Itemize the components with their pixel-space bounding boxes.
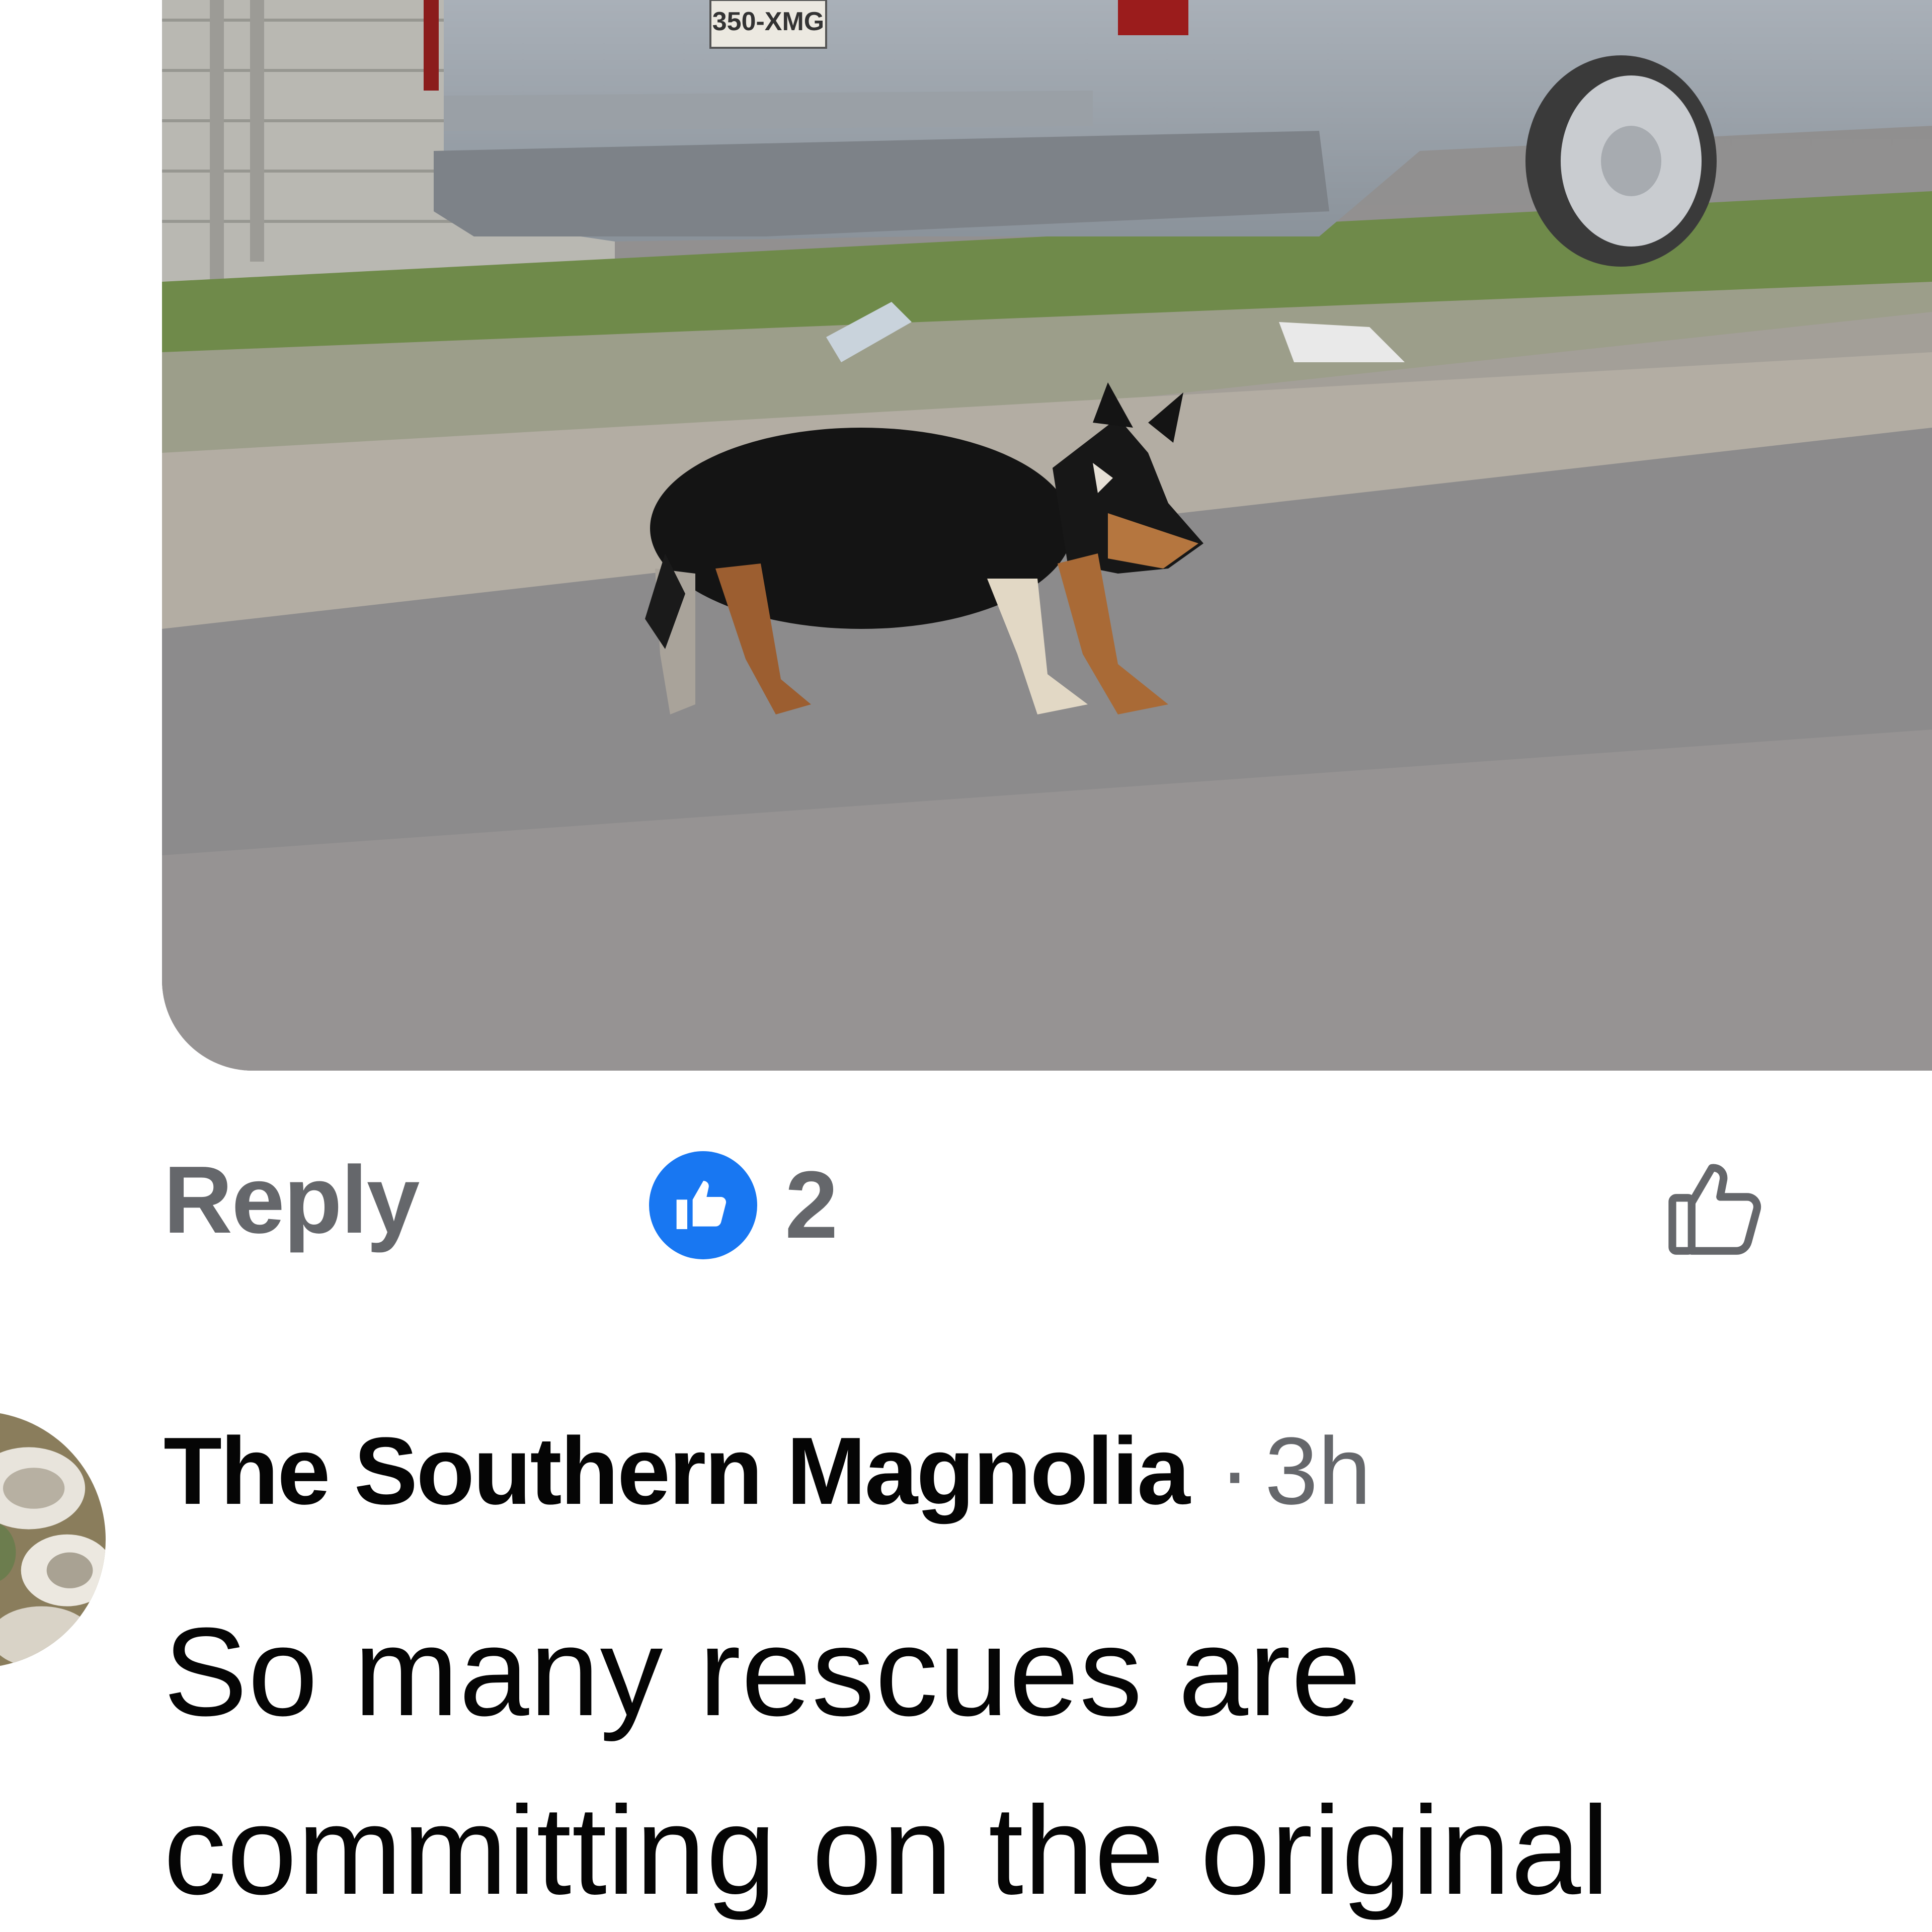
reply-button[interactable]: Reply	[164, 1152, 420, 1248]
reaction-count: 2	[785, 1152, 838, 1258]
thumbs-up-icon	[676, 1181, 726, 1229]
comment-attached-photo[interactable]: 350-XMG	[162, 0, 1932, 1071]
comment-author-name[interactable]: The Southern Magnolia	[164, 1416, 1190, 1526]
reaction-summary[interactable]: 2	[649, 1150, 838, 1260]
avatar[interactable]	[0, 1411, 106, 1668]
header-separator: ·	[1219, 1418, 1251, 1524]
like-reaction-icon	[649, 1151, 757, 1259]
comment-text-line: So many rescues are	[164, 1601, 1362, 1742]
avatar-image	[0, 1411, 106, 1668]
license-plate-text: 350-XMG	[712, 7, 825, 36]
comment-text-line: committing on the original	[164, 1780, 1610, 1920]
comment-text: So many rescues are committing on the or…	[164, 1582, 1899, 1932]
comment-thread: 350-XMG Reply 2 The Southern Magnolia · …	[0, 0, 1932, 1932]
comment-header: The Southern Magnolia · 3h	[164, 1416, 1371, 1526]
thumbs-up-outline-icon	[1668, 1164, 1761, 1255]
comment-timestamp[interactable]: 3h	[1265, 1416, 1371, 1526]
like-button[interactable]	[1660, 1150, 1776, 1265]
dog-photo-image: 350-XMG	[162, 0, 1932, 1071]
